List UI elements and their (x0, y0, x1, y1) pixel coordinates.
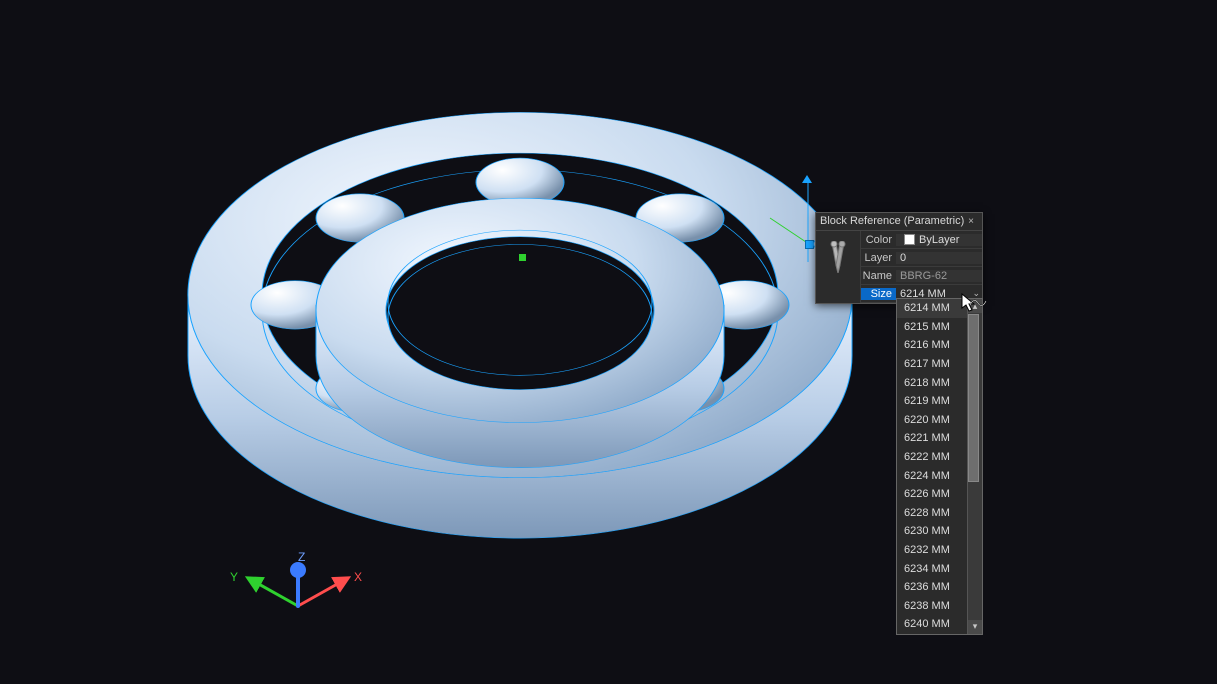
dropdown-option[interactable]: 6230 MM (897, 522, 967, 541)
dropdown-option[interactable]: 6214 MM (897, 299, 967, 318)
prop-color-label: Color (861, 234, 896, 246)
dropdown-option[interactable]: 6238 MM (897, 597, 967, 616)
dropdown-option[interactable]: 6219 MM (897, 392, 967, 411)
panel-titlebar[interactable]: Block Reference (Parametric) × (816, 213, 982, 231)
properties-panel[interactable]: Block Reference (Parametric) × Color ByL… (815, 212, 983, 304)
dropdown-option[interactable]: 6215 MM (897, 318, 967, 337)
model-bearing[interactable] (0, 0, 1217, 684)
scrollbar[interactable]: ▴ ▾ (967, 299, 982, 634)
prop-color-row[interactable]: Color ByLayer (861, 231, 982, 249)
prop-layer-row[interactable]: Layer 0 (861, 249, 982, 267)
prop-name-label: Name (861, 270, 896, 282)
dropdown-option[interactable]: 6216 MM (897, 336, 967, 355)
grip-arrow-icon[interactable] (802, 175, 812, 183)
dropdown-option[interactable]: 6234 MM (897, 559, 967, 578)
dropdown-option[interactable]: 6217 MM (897, 355, 967, 374)
size-dropdown[interactable]: 6214 MM6215 MM6216 MM6217 MM6218 MM6219 … (896, 298, 983, 635)
prop-size-label: Size (861, 288, 896, 300)
prop-layer-label: Layer (861, 252, 896, 264)
dropdown-option[interactable]: 6222 MM (897, 448, 967, 467)
dropdown-option[interactable]: 6221 MM (897, 429, 967, 448)
ucs-z-label: Z (298, 550, 305, 564)
dropdown-option[interactable]: 6236 MM (897, 578, 967, 597)
scroll-up-icon[interactable]: ▴ (968, 299, 982, 313)
ucs-axis-icon: X Y Z (226, 556, 366, 636)
dropdown-option[interactable]: 6220 MM (897, 411, 967, 430)
close-icon[interactable]: × (966, 216, 976, 227)
dropdown-option[interactable]: 6228 MM (897, 504, 967, 523)
dropdown-option[interactable]: 6218 MM (897, 373, 967, 392)
prop-layer-value[interactable]: 0 (896, 252, 982, 264)
scroll-thumb[interactable] (968, 314, 979, 482)
cad-viewport[interactable]: X Y Z (0, 0, 1217, 684)
scroll-down-icon[interactable]: ▾ (968, 620, 982, 634)
dropdown-option[interactable]: 6232 MM (897, 541, 967, 560)
dropdown-option[interactable]: 6226 MM (897, 485, 967, 504)
pivot-point-icon (519, 254, 526, 261)
prop-name-value[interactable]: BBRG-62 (896, 270, 982, 282)
panel-title: Block Reference (Parametric) (820, 215, 966, 227)
dropdown-option[interactable]: 6224 MM (897, 466, 967, 485)
dropdown-option[interactable]: 6240 MM (897, 615, 967, 634)
color-swatch-icon (904, 234, 915, 245)
ucs-x-label: X (354, 570, 362, 584)
prop-name-row[interactable]: Name BBRG-62 (861, 267, 982, 285)
ucs-y-label: Y (230, 570, 238, 584)
prop-color-value[interactable]: ByLayer (896, 234, 982, 246)
panel-type-icon (816, 231, 861, 303)
